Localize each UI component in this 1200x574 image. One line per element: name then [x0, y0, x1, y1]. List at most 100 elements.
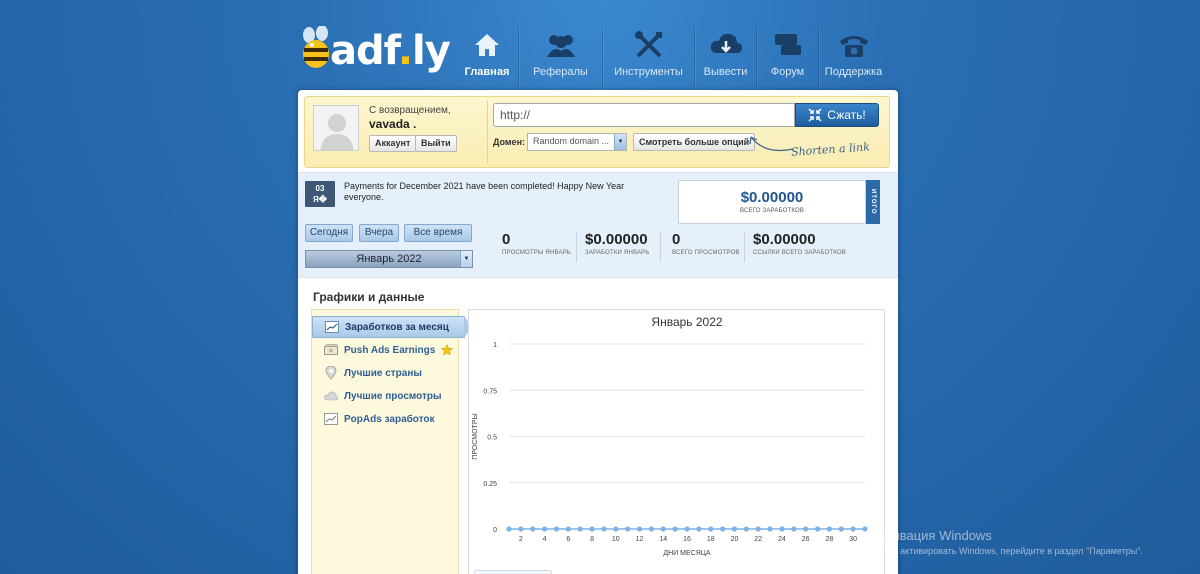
- data-point: [577, 526, 583, 532]
- x-tick-label: 4: [543, 536, 547, 543]
- nav-withdraw[interactable]: Вывести: [694, 28, 756, 88]
- map-pin-icon: [325, 366, 337, 380]
- chart-icon: [324, 413, 338, 425]
- url-input[interactable]: [493, 103, 795, 127]
- nav-support[interactable]: Поддержка: [818, 28, 888, 88]
- stat-value: $0.00000: [585, 231, 648, 248]
- username: vavada .: [369, 117, 417, 131]
- menu-item-push-ads[interactable]: Push Ads Earnings: [312, 339, 460, 361]
- domain-select[interactable]: Random domain ... ▼: [527, 133, 627, 151]
- chart-toggle-button[interactable]: [474, 570, 552, 574]
- y-tick-label: 0.25: [483, 481, 497, 488]
- x-tick-label: 8: [590, 536, 594, 543]
- period-all-time-button[interactable]: Все время: [404, 224, 472, 242]
- x-tick-label: 16: [683, 536, 691, 543]
- earnings-line-chart: Январь 202200.250.50.7512 4 6 8 10 12 14 16 18 20…: [472, 315, 868, 557]
- main-nav: Главная Рефералы Инструменты Вывести Фор…: [456, 28, 888, 88]
- y-axis-label: ПРОСМОТРЫ: [472, 413, 479, 459]
- data-point: [506, 526, 512, 532]
- data-point: [542, 526, 548, 532]
- shorten-button[interactable]: Сжать!: [795, 103, 879, 127]
- nav-tools-label: Инструменты: [614, 66, 683, 78]
- total-tab[interactable]: ИТОГО: [866, 180, 880, 224]
- menu-item-top-views[interactable]: Лучшие просмотры: [312, 385, 460, 407]
- stat-label: ССЫЛКИ ВСЕГО ЗАРАБОТКОВ: [753, 250, 846, 256]
- news-month: Я�: [313, 195, 327, 204]
- y-tick-label: 0.75: [483, 388, 497, 395]
- nav-forum[interactable]: Форум: [756, 28, 818, 88]
- data-point: [530, 526, 536, 532]
- data-point: [684, 526, 690, 532]
- x-tick-label: 18: [707, 536, 715, 543]
- nav-tools[interactable]: Инструменты: [602, 28, 694, 88]
- star-icon: [441, 344, 454, 356]
- y-tick-label: 0: [493, 527, 497, 534]
- menu-item-month-earnings[interactable]: Заработков за месяц: [312, 316, 472, 338]
- nav-home-label: Главная: [464, 66, 510, 78]
- chart-icon: [325, 321, 339, 333]
- stat-divider: [744, 232, 745, 262]
- welcome-text: С возвращением,: [369, 105, 451, 116]
- x-tick-label: 2: [519, 536, 523, 543]
- y-tick-label: 0.5: [487, 435, 497, 442]
- more-options-button[interactable]: Смотреть больше опций: [633, 133, 756, 151]
- y-tick-label: 1: [493, 342, 497, 349]
- total-earnings-box: $0.00000 ВСЕГО ЗАРАБОТКОВ: [678, 180, 866, 224]
- data-point: [636, 526, 643, 532]
- users-icon: [546, 35, 575, 57]
- stat-value: 0: [502, 231, 511, 248]
- nav-referrals-label: Рефералы: [533, 66, 588, 78]
- account-button[interactable]: Аккаунт: [369, 135, 417, 152]
- x-tick-label: 22: [754, 536, 762, 543]
- logout-button[interactable]: Выйти: [415, 135, 457, 152]
- stat-views-month: 0 ПРОСМОТРЫ ЯНВАРЬ: [502, 231, 571, 256]
- shorten-label: Сжать!: [827, 108, 866, 122]
- chat-icon: [774, 34, 801, 55]
- menu-item-label: Лучшие просмотры: [344, 390, 442, 402]
- nav-home[interactable]: Главная: [456, 28, 518, 88]
- phone-icon: [839, 36, 868, 57]
- cloud-icon: [324, 391, 338, 401]
- x-tick-label: 14: [659, 536, 667, 543]
- shorten-hint: Shorten a link: [790, 140, 871, 159]
- stat-value: $0.00000: [753, 231, 816, 248]
- adfly-logo[interactable]: adf.ly: [300, 22, 451, 84]
- x-tick-label: 6: [566, 536, 570, 543]
- month-select-value: Январь 2022: [356, 253, 422, 265]
- total-earnings-label: ВСЕГО ЗАРАБОТКОВ: [739, 208, 805, 214]
- menu-item-label: PopAds заработок: [344, 413, 435, 425]
- menu-item-popads[interactable]: PopAds заработок: [312, 408, 460, 430]
- data-point: [518, 526, 524, 532]
- menu-item-label: Push Ads Earnings: [344, 344, 436, 356]
- menu-item-top-countries[interactable]: Лучшие страны: [312, 362, 460, 384]
- data-point: [755, 526, 761, 532]
- data-point: [838, 526, 844, 532]
- month-select[interactable]: Январь 2022 ▼: [305, 250, 473, 268]
- home-icon: [475, 34, 499, 56]
- stat-value: 0: [672, 231, 681, 248]
- nav-referrals[interactable]: Рефералы: [518, 28, 602, 88]
- period-today-button[interactable]: Сегодня: [305, 224, 353, 242]
- data-point: [696, 526, 702, 532]
- nav-forum-label: Форум: [770, 66, 805, 78]
- chart-menu: Заработков за месяц Push Ads Earnings Лу…: [311, 309, 472, 574]
- money-icon: [324, 344, 338, 355]
- nav-support-label: Поддержка: [824, 66, 883, 78]
- menu-item-label: Заработков за месяц: [345, 321, 449, 333]
- stat-earnings-total: $0.00000 ССЫЛКИ ВСЕГО ЗАРАБОТКОВ: [753, 231, 846, 256]
- stat-label: ЗАРАБОТКИ ЯНВАРЬ: [585, 250, 650, 256]
- chart-title: Январь 2022: [651, 315, 722, 329]
- bee-icon: [303, 26, 329, 68]
- avatar: [313, 105, 359, 151]
- data-point: [625, 526, 631, 532]
- hint-arrow-icon: [749, 136, 794, 152]
- data-point: [803, 526, 809, 532]
- news-day: 03: [315, 184, 325, 193]
- stat-label: ВСЕГО ПРОСМОТРОВ: [672, 250, 740, 256]
- stat-divider: [576, 232, 577, 262]
- period-yesterday-button[interactable]: Вчера: [359, 224, 399, 242]
- data-point: [589, 526, 595, 532]
- data-point: [826, 526, 832, 532]
- data-point: [767, 526, 773, 532]
- data-point: [565, 526, 571, 532]
